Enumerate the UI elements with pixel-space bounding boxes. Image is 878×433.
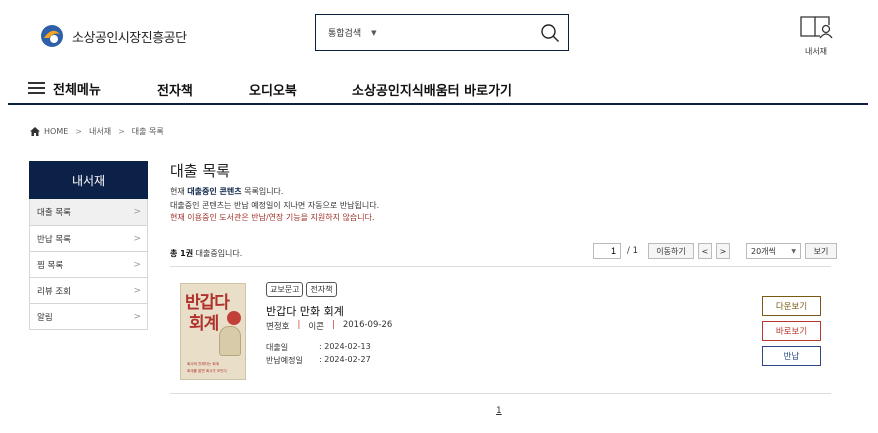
book-cover[interactable]: 반갑다 회계 회사와 친해지는 회계 회계를 알면 회사가 보인다 [180,283,246,380]
search-input[interactable] [384,15,532,50]
mylibrary-link[interactable]: 내서재 [796,13,836,57]
sidebar-title: 내서재 [29,161,148,199]
list-divider-top [170,266,831,267]
chevron-right-icon: > [133,285,141,296]
mylibrary-label: 내서재 [804,47,828,56]
book-user-icon [800,16,833,39]
book-author: 변정호 [266,322,290,332]
page-total: / 1 [627,246,638,256]
loan-date-label: 대출일 [266,343,289,352]
nav-item-learning-link[interactable]: 소상공인지식배움터 바로가기 [352,80,512,99]
breadcrumb: HOME > 내서재 > 대출 목록 [30,126,164,137]
cover-title-2: 회계 [189,314,219,334]
sidebar-item-label: 리뷰 조회 [37,286,71,297]
sidebar-item-label: 대출 목록 [37,208,71,218]
sidebar-item-label: 반납 목록 [37,234,71,245]
search-button[interactable] [532,15,568,50]
due-date-value: : 2024-02-27 [319,355,371,364]
logo-text: 소상공인시장진흥공단 [72,30,187,46]
chevron-down-icon: ▼ [791,247,796,255]
description-auto-return: 대출중인 콘텐츠는 반납 예정일이 지나면 자동으로 반납됩니다. [170,201,380,210]
loan-date-row: 대출일 : 2024-02-13 [266,342,371,353]
per-page-value: 20개씩 [750,246,776,256]
meta-separator: | [297,320,301,330]
sidebar-item-returns[interactable]: 반납 목록 > [30,225,147,251]
meta-separator: | [331,320,335,330]
loan-count-text: 대출중입니다. [193,249,243,258]
sidebar-item-notifications[interactable]: 알림 > [30,303,147,329]
tag-format: 전자책 [306,282,337,297]
description-current: 현재 대출중인 콘텐츠 목록입니다. [170,186,283,197]
list-pager: / 1 이동하기 < > 20개씩 ▼ 보기 [593,243,837,259]
tag-provider: 교보문고 [266,282,304,297]
logo-icon [40,24,64,48]
nav-item-audiobook[interactable]: 오디오북 [249,80,297,99]
breadcrumb-separator: > [118,127,125,136]
book-tags: 교보문고 전자책 [266,282,337,297]
loan-count: 총 1권 대출중입니다. [170,248,242,259]
book-date: 2016-09-26 [342,320,393,330]
chevron-right-icon: > [133,311,141,322]
home-icon [30,127,40,136]
sidebar-item-loans[interactable]: 대출 목록 > [30,199,147,225]
main-nav: 전체메뉴 [28,78,101,98]
download-button[interactable]: 다운보기 [762,296,821,316]
sidebar-item-reviews[interactable]: 리뷰 조회 > [30,277,147,303]
cover-illustration [219,326,241,356]
chevron-right-icon: > [133,233,141,244]
all-menu-button[interactable]: 전체메뉴 [28,79,101,98]
sidebar-item-wishlist[interactable]: 찜 목록 > [30,251,147,277]
book-meta: 변정호 | 이콘 | 2016-09-26 [266,320,392,332]
return-button[interactable]: 반납 [762,346,821,366]
chevron-right-icon: > [133,259,141,270]
nav-item-ebook[interactable]: 전자책 [157,80,193,99]
prev-page-button[interactable]: < [697,243,712,259]
go-page-button[interactable]: 이동하기 [647,243,694,259]
hamburger-icon [28,82,45,94]
sidebar-menu: 대출 목록 > 반납 목록 > 찜 목록 > 리뷰 조회 > 알림 > [29,199,148,330]
breadcrumb-current: 대출 목록 [131,127,164,136]
breadcrumb-separator: > [75,127,82,136]
chevron-down-icon: ▼ [371,28,377,37]
due-date-row: 반납예정일 : 2024-02-27 [266,355,371,366]
next-page-button[interactable]: > [715,243,730,259]
book-title[interactable]: 반갑다 만화 회계 [266,303,344,319]
desc-highlight: 대출중인 콘텐츠 [187,187,242,196]
list-divider-bottom [170,393,831,394]
all-menu-label: 전체메뉴 [53,82,101,98]
search-icon [541,23,559,42]
breadcrumb-mylibrary[interactable]: 내서재 [89,126,111,137]
cover-subtitle-1: 회사와 친해지는 회계 [187,362,220,366]
description-notice: 현재 이용중인 도서관은 반납/연장 기능을 지원하지 않습니다. [170,213,375,222]
pagination-page-1[interactable]: 1 [496,406,502,416]
sidebar-item-label: 알림 [37,312,53,323]
view-button[interactable]: 보기 [804,243,837,259]
page-title: 대출 목록 [170,162,230,180]
read-now-button[interactable]: 바로보기 [762,321,821,341]
search-box: 통합검색 ▼ [315,14,569,51]
cover-badge [227,311,241,325]
nav-divider [8,103,868,105]
desc-text: 현재 [170,187,188,196]
per-page-select[interactable]: 20개씩 ▼ [745,243,801,259]
loan-date-value: : 2024-02-13 [319,342,371,351]
sidebar-item-label: 찜 목록 [37,260,64,271]
page-number-input[interactable] [593,243,621,259]
desc-text: 목록입니다. [241,187,284,196]
book-publisher: 이콘 [308,322,324,332]
due-date-label: 반납예정일 [266,356,303,365]
chevron-right-icon: > [133,207,141,217]
loan-count-total: 총 1권 [170,249,194,258]
cover-subtitle-2: 회계를 알면 회사가 보인다 [187,369,227,373]
search-type-select[interactable]: 통합검색 ▼ [328,26,377,40]
breadcrumb-home[interactable]: HOME [44,127,68,136]
search-type-label: 통합검색 [328,29,362,39]
site-logo[interactable]: 소상공인시장진흥공단 [40,24,187,48]
